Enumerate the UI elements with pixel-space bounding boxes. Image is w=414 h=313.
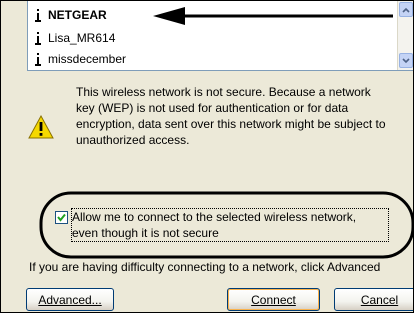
connect-button-label: Connect (251, 292, 296, 307)
cancel-button[interactable]: Cancel (334, 288, 413, 311)
annotation-arrow-icon (153, 7, 393, 25)
advanced-button[interactable]: Advanced... (26, 288, 114, 311)
warning-icon (28, 115, 54, 139)
antenna-icon (35, 52, 41, 66)
connect-button[interactable]: Connect (227, 288, 320, 311)
wireless-connect-dialog: NETGEAR Lisa_MR614 missdecember This wir… (0, 0, 414, 313)
scroll-down-button[interactable] (399, 53, 413, 68)
annotation-ellipse-icon (39, 191, 413, 259)
network-name: missdecember (48, 52, 127, 66)
cancel-button-label: Cancel (360, 292, 399, 307)
help-text: If you are having difficulty connecting … (29, 260, 381, 274)
network-item-missdecember[interactable]: missdecember (34, 50, 126, 68)
security-warning-text: This wireless network is not secure. Bec… (76, 85, 386, 147)
advanced-button-label: Advanced... (38, 292, 102, 307)
chevron-down-icon (402, 57, 410, 63)
